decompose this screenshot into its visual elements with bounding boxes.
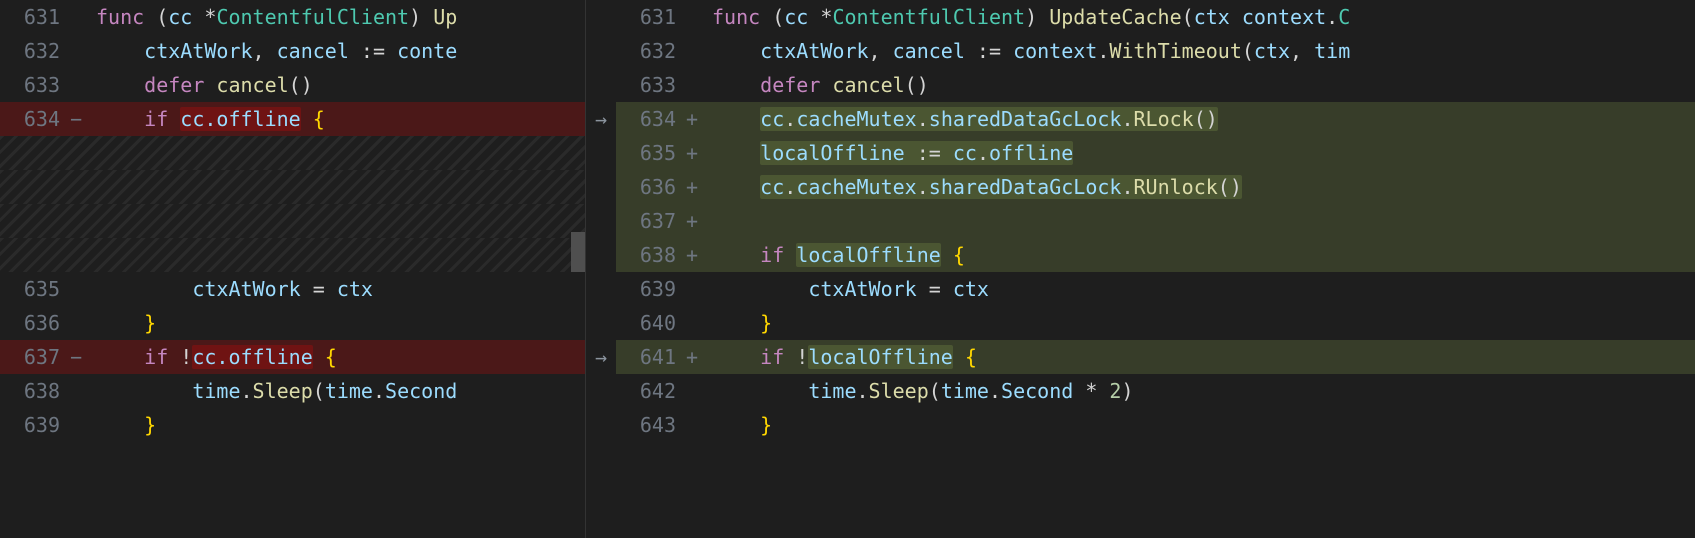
left-code-line[interactable] (0, 170, 585, 204)
right-code-line[interactable]: 642 time.Sleep(time.Second * 2) (616, 374, 1695, 408)
diff-arrow-icon[interactable]: → (586, 340, 616, 374)
left-code-line[interactable]: 634− if cc.offline { (0, 102, 585, 136)
line-number: 636 (616, 171, 686, 204)
code-content: func (cc *ContentfulClient) Up (92, 1, 585, 34)
right-code-line[interactable]: 631 func (cc *ContentfulClient) UpdateCac… (616, 0, 1695, 34)
arrow-gutter: →→ (586, 0, 616, 538)
right-pane[interactable]: 631 func (cc *ContentfulClient) UpdateCac… (616, 0, 1695, 538)
diff-marker: + (686, 171, 708, 204)
code-content: time.Sleep(time.Second * 2) (708, 375, 1695, 408)
line-number: 634 (0, 103, 70, 136)
right-code-line[interactable]: 639 ctxAtWork = ctx (616, 272, 1695, 306)
right-code-line[interactable]: 632 ctxAtWork, cancel := context.WithTim… (616, 34, 1695, 68)
arrow-spacer (586, 306, 616, 340)
line-number: 635 (616, 137, 686, 170)
arrow-spacer (586, 408, 616, 442)
line-number: 633 (616, 69, 686, 102)
code-content: cc.cacheMutex.sharedDataGcLock.RLock() (708, 103, 1695, 136)
left-code-line[interactable]: 632 ctxAtWork, cancel := conte (0, 34, 585, 68)
arrow-spacer (586, 204, 616, 238)
code-content: } (708, 409, 1695, 442)
code-content: ctxAtWork = ctx (708, 273, 1695, 306)
line-number: 639 (616, 273, 686, 306)
right-code-line[interactable]: 643 } (616, 408, 1695, 442)
arrow-spacer (586, 34, 616, 68)
diff-marker: + (686, 205, 708, 238)
left-pane[interactable]: 631func (cc *ContentfulClient) Up632 ctx… (0, 0, 586, 538)
left-code-line[interactable]: 636 } (0, 306, 585, 340)
diff-arrow-icon[interactable]: → (586, 102, 616, 136)
left-code-line[interactable] (0, 136, 585, 170)
diff-marker: − (70, 103, 92, 136)
line-number: 635 (0, 273, 70, 306)
code-content: ctxAtWork, cancel := context.WithTimeout… (708, 35, 1695, 68)
left-code-line[interactable]: 639 } (0, 408, 585, 442)
code-content: if !cc.offline { (92, 341, 585, 374)
right-code-line[interactable]: 635+ localOffline := cc.offline (616, 136, 1695, 170)
code-content: defer cancel() (708, 69, 1695, 102)
line-number: 641 (616, 341, 686, 374)
code-content: } (92, 409, 585, 442)
scrollbar-thumb[interactable] (571, 232, 585, 272)
left-code-line[interactable] (0, 238, 585, 272)
line-number: 632 (0, 35, 70, 68)
code-content: defer cancel() (92, 69, 585, 102)
line-number: 638 (0, 375, 70, 408)
arrow-spacer (586, 68, 616, 102)
diff-view: 631func (cc *ContentfulClient) Up632 ctx… (0, 0, 1695, 538)
code-content: ctxAtWork = ctx (92, 273, 585, 306)
line-number: 640 (616, 307, 686, 340)
code-content: ctxAtWork, cancel := conte (92, 35, 585, 68)
line-number: 639 (0, 409, 70, 442)
arrow-spacer (586, 0, 616, 34)
line-number: 631 (0, 1, 70, 34)
left-code-line[interactable]: 631 func (cc *ContentfulClient) Up (0, 0, 585, 34)
line-number: 631 (616, 1, 686, 34)
line-number: 638 (616, 239, 686, 272)
line-number: 637 (616, 205, 686, 238)
arrow-spacer (586, 374, 616, 408)
line-number: 642 (616, 375, 686, 408)
left-code-line[interactable]: 637− if !cc.offline { (0, 340, 585, 374)
line-number: 632 (616, 35, 686, 68)
line-number: 643 (616, 409, 686, 442)
arrow-spacer (586, 238, 616, 272)
line-number: 636 (0, 307, 70, 340)
code-content: if cc.offline { (92, 103, 585, 136)
code-content: if localOffline { (708, 239, 1695, 272)
left-code-line[interactable]: 638 time.Sleep(time.Second (0, 374, 585, 408)
line-number: 637 (0, 341, 70, 374)
left-code-line[interactable]: 635 ctxAtWork = ctx (0, 272, 585, 306)
right-code-line[interactable]: 634+ cc.cacheMutex.sharedDataGcLock.RLoc… (616, 102, 1695, 136)
code-content: func (cc *ContentfulClient) UpdateCache(… (708, 1, 1695, 34)
right-code-line[interactable]: 636+ cc.cacheMutex.sharedDataGcLock.RUnl… (616, 170, 1695, 204)
right-code-line[interactable]: 640 } (616, 306, 1695, 340)
diff-marker: + (686, 239, 708, 272)
arrow-spacer (586, 272, 616, 306)
right-code-line[interactable]: 638+ if localOffline { (616, 238, 1695, 272)
line-number: 633 (0, 69, 70, 102)
right-code-line[interactable]: 637+ (616, 204, 1695, 238)
code-content: time.Sleep(time.Second (92, 375, 585, 408)
code-content: if !localOffline { (708, 341, 1695, 374)
left-code-line[interactable]: 633 defer cancel() (0, 68, 585, 102)
code-content: } (92, 307, 585, 340)
diff-marker: + (686, 103, 708, 136)
right-code-line[interactable]: 641+ if !localOffline { (616, 340, 1695, 374)
diff-marker: − (70, 341, 92, 374)
code-content: cc.cacheMutex.sharedDataGcLock.RUnlock() (708, 171, 1695, 204)
arrow-spacer (586, 136, 616, 170)
line-number: 634 (616, 103, 686, 136)
left-code-line[interactable] (0, 204, 585, 238)
code-content: localOffline := cc.offline (708, 137, 1695, 170)
diff-marker: + (686, 137, 708, 170)
code-content: } (708, 307, 1695, 340)
right-code-line[interactable]: 633 defer cancel() (616, 68, 1695, 102)
arrow-spacer (586, 170, 616, 204)
diff-marker: + (686, 341, 708, 374)
